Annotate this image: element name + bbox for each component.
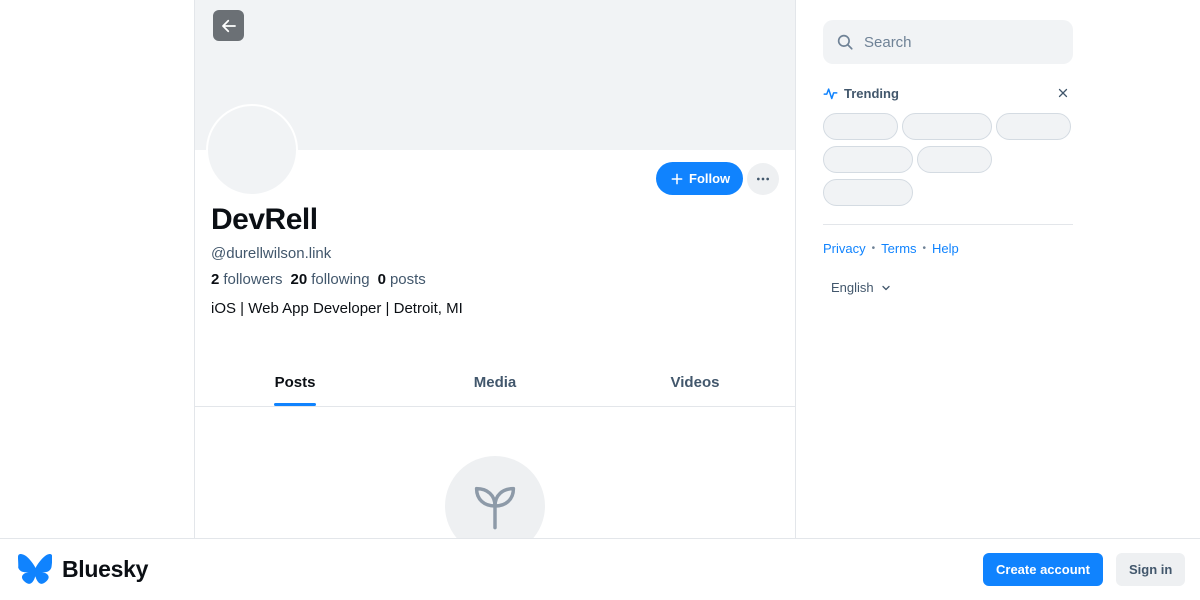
pulse-icon — [823, 87, 838, 99]
following-label: following — [311, 271, 370, 288]
arrow-left-icon — [221, 19, 236, 32]
separator-dot: • — [871, 243, 876, 254]
profile-tabs: Posts Media Videos — [195, 360, 795, 407]
bottom-bar: Bluesky Create account Sign in — [0, 538, 1200, 600]
sidebar-divider — [823, 224, 1073, 225]
search-icon — [837, 34, 853, 50]
followers-label: followers — [223, 271, 283, 288]
posts-label: posts — [389, 271, 426, 288]
plus-icon — [671, 173, 683, 184]
ellipsis-icon — [757, 177, 769, 181]
create-account-button[interactable]: Create account — [983, 553, 1103, 586]
more-options-button[interactable] — [747, 163, 779, 195]
followers-stat[interactable]: 2 followers — [211, 271, 283, 288]
following-count: 20 — [290, 271, 308, 288]
language-label: English — [831, 280, 874, 295]
trending-placeholder-pill — [823, 113, 898, 140]
help-link[interactable]: Help — [932, 241, 959, 256]
tab-videos-label: Videos — [670, 374, 720, 391]
followers-count: 2 — [211, 271, 220, 288]
profile-stats: 2 followers 20 following 0 posts — [211, 271, 426, 288]
avatar[interactable] — [206, 104, 298, 196]
brand-name: Bluesky — [62, 555, 149, 582]
display-name: DevRell — [211, 203, 318, 236]
trending-placeholder-pill — [823, 146, 913, 173]
tab-posts-label: Posts — [273, 360, 317, 406]
trending-header: Trending — [823, 84, 1073, 102]
profile-handle: @durellwilson.link — [211, 245, 332, 262]
sign-in-button[interactable]: Sign in — [1116, 553, 1186, 586]
separator-dot: • — [922, 243, 927, 254]
search-input[interactable] — [864, 33, 1054, 51]
privacy-link[interactable]: Privacy — [823, 241, 866, 256]
language-selector[interactable]: English — [831, 280, 892, 295]
butterfly-logo-icon — [18, 554, 52, 584]
seedling-icon — [474, 486, 516, 530]
follow-button-label: Follow — [689, 171, 731, 186]
trending-placeholder-pill — [996, 113, 1071, 140]
tab-videos[interactable]: Videos — [595, 360, 795, 406]
trending-title: Trending — [844, 85, 899, 101]
trending-placeholder-pill — [917, 146, 992, 173]
trending-close-button[interactable] — [1057, 86, 1069, 104]
posts-stat: 0 posts — [378, 271, 426, 288]
search-box[interactable] — [823, 20, 1073, 64]
profile-column: Follow DevRell @durellwilson.link 2 follo… — [194, 0, 796, 600]
brand[interactable]: Bluesky — [18, 554, 148, 584]
posts-count: 0 — [377, 271, 386, 288]
footer-links: Privacy • Terms • Help — [823, 241, 959, 256]
terms-link[interactable]: Terms — [881, 241, 916, 256]
trending-placeholder-pill — [823, 179, 913, 206]
tab-posts[interactable]: Posts — [195, 360, 395, 406]
back-button[interactable] — [213, 10, 244, 41]
following-stat[interactable]: 20 following — [291, 271, 370, 288]
follow-button[interactable]: Follow — [656, 162, 744, 195]
tab-media-label: Media — [473, 374, 517, 391]
trending-placeholder-pill — [902, 113, 992, 140]
close-icon — [1058, 88, 1068, 98]
tab-media[interactable]: Media — [395, 360, 595, 406]
profile-bio: iOS | Web App Developer | Detroit, MI — [211, 300, 463, 317]
chevron-down-icon — [881, 285, 890, 290]
